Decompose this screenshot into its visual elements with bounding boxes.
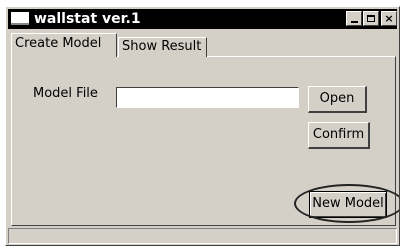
- maximize-button[interactable]: [363, 11, 379, 26]
- new-model-button[interactable]: New Model: [309, 191, 387, 218]
- model-file-input[interactable]: [116, 87, 299, 108]
- title-bar[interactable]: wallstat ver.1 ×: [8, 9, 397, 29]
- tab-show-result[interactable]: Show Result: [118, 37, 207, 57]
- app-window-icon: [11, 12, 29, 25]
- close-icon: ×: [384, 11, 394, 25]
- confirm-button[interactable]: Confirm: [308, 122, 370, 149]
- model-file-label: Model File: [33, 86, 98, 101]
- maximize-icon: [367, 15, 375, 22]
- close-button[interactable]: ×: [381, 11, 397, 26]
- minimize-button[interactable]: [346, 11, 362, 26]
- open-button[interactable]: Open: [308, 86, 367, 113]
- status-bar: [8, 228, 397, 244]
- window-title: wallstat ver.1: [34, 11, 141, 27]
- tab-create-model[interactable]: Create Model: [11, 33, 117, 57]
- minimize-icon: [350, 21, 358, 23]
- app-window: wallstat ver.1 × Show Result Create Mode…: [5, 6, 400, 246]
